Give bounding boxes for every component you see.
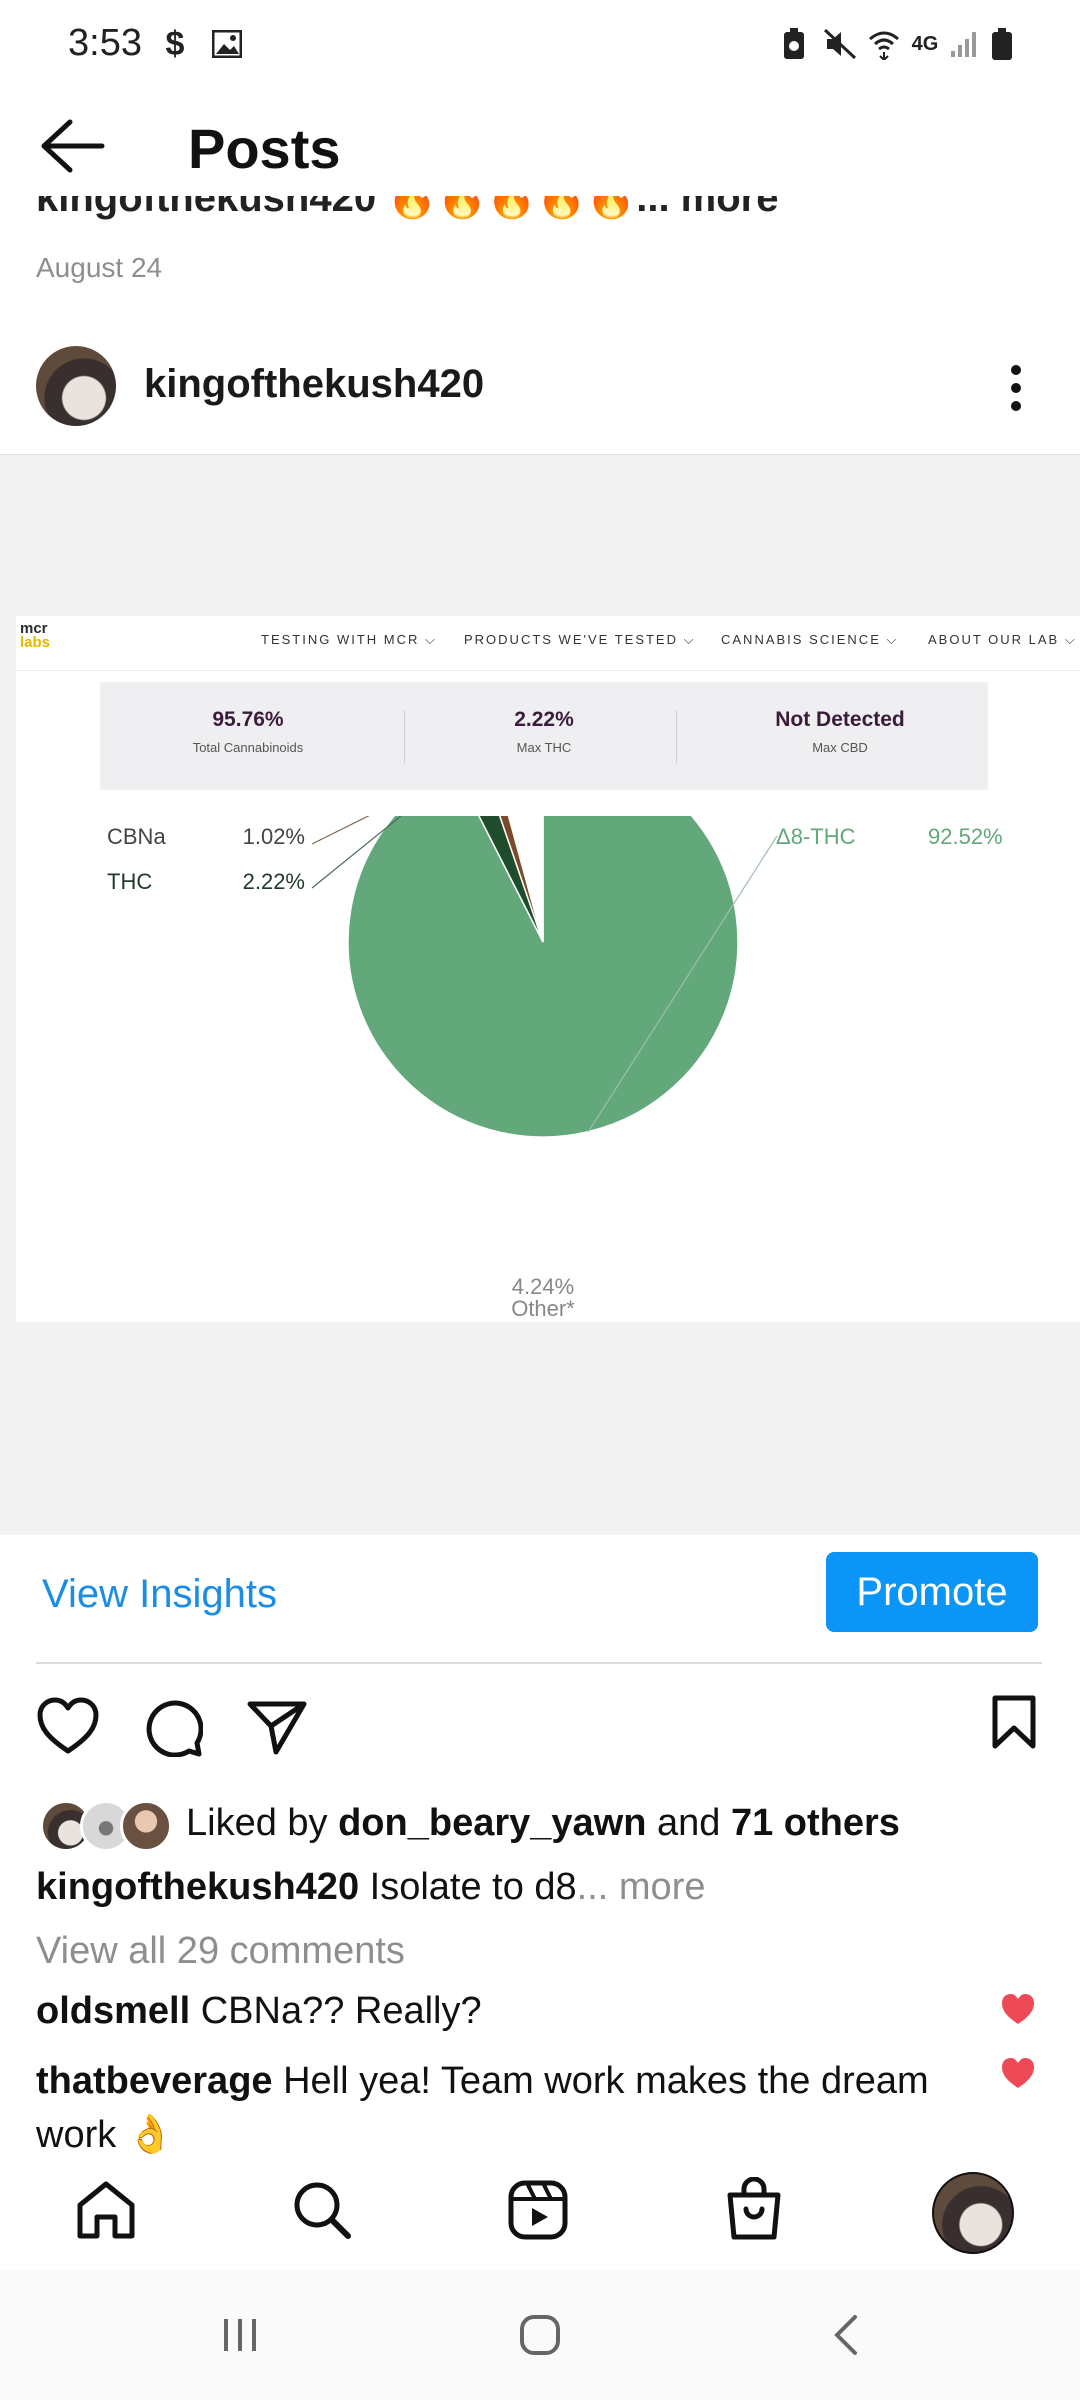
cannabinoid-pie-chart: Δ8-THC 92.52%CBNa 1.02%THC 2.22%4.24%Other* [107,816,1003,1321]
back-arrow-icon[interactable] [40,116,108,176]
stat-divider [676,710,677,764]
reels-icon[interactable] [506,2178,570,2242]
comment-username[interactable]: oldsmell [36,1990,190,2032]
pie-label-value-cbna: 1.02% [243,824,305,849]
lab-nav-science: CANNABIS SCIENCE ⌵ [721,632,899,647]
post-image-screenshot: mcr labs TESTING WITH MCR ⌵ PRODUCTS WE'… [16,616,1080,1322]
promote-button[interactable]: Promote [826,1552,1038,1632]
system-nav-bar [0,2270,1080,2400]
stat-total-cannabinoids: 95.76% Total Cannabinoids [100,708,396,755]
status-bar: 3:53 $ 4G [0,0,1080,90]
search-icon[interactable] [290,2178,354,2242]
comment-username[interactable]: thatbeverage [36,2060,273,2102]
pie-label-value-d8thc: 92.52% [928,824,1003,849]
mcr-labs-logo: mcr labs [20,621,54,654]
previous-post-date: August 24 [36,252,163,283]
home-icon[interactable] [74,2178,138,2242]
status-time: 3:53 [68,22,142,64]
post-caption[interactable]: kingofthekush420 Isolate to d8... more [36,1866,705,1909]
lab-stats-box: 95.76% Total Cannabinoids 2.22% Max THC … [100,682,988,790]
image-icon [210,26,244,62]
stat-value: 2.22% [514,708,574,731]
comment-like-heart-icon[interactable] [1000,1992,1036,2026]
battery-saver-icon [780,26,808,62]
likes-summary[interactable]: Liked by don_beary_yawn and 71 others [186,1802,900,1845]
pie-label-value-thc: 2.22% [243,869,305,894]
save-bookmark-icon[interactable] [990,1694,1038,1750]
lab-nav-testing: TESTING WITH MCR ⌵ [261,632,437,647]
view-insights-link[interactable]: View Insights [42,1572,277,1617]
previous-post-caption[interactable]: kingofthekush420 🔥🔥🔥🔥🔥... more [36,196,796,232]
pie-label-name-other: Other* [511,1296,575,1321]
caption-text: Isolate to d8 [359,1866,577,1908]
stat-label: Max CBD [812,740,868,755]
share-icon[interactable] [246,1698,308,1756]
comment-row: oldsmell CBNa?? Really? [36,1990,482,2033]
comment-row: thatbeverage Hell yea! Team work makes t… [36,2054,976,2162]
likes-middle: and [646,1802,731,1844]
stat-max-cbd: Not Detected Max CBD [692,708,988,755]
likes-prefix: Liked by [186,1802,339,1844]
wifi-icon [866,26,902,62]
shop-icon[interactable] [722,2176,786,2242]
stat-label: Max THC [516,740,572,755]
likes-count[interactable]: 71 others [731,1802,900,1844]
dollar-sign-icon: $ [165,24,185,63]
previous-post-caption-text: kingofthekush420 🔥🔥🔥🔥🔥... more [36,196,779,220]
mute-icon [822,26,858,62]
lab-nav-about: ABOUT OUR LAB ⌵ [928,632,1077,647]
stat-value: 95.76% [212,708,284,731]
caption-more-link[interactable]: ... more [577,1866,706,1908]
divider [36,1662,1042,1664]
more-options-icon[interactable] [996,362,1036,414]
stat-value: Not Detected [775,708,905,731]
profile-avatar[interactable] [932,2172,1014,2254]
page-title: Posts [188,117,341,180]
caption-username[interactable]: kingofthekush420 [36,1866,359,1908]
lab-site-nav: mcr labs TESTING WITH MCR ⌵ PRODUCTS WE'… [16,616,1080,671]
like-heart-icon[interactable] [36,1696,100,1756]
pie-label-name-cbna: CBNa [107,824,166,849]
comment-like-heart-icon[interactable] [1000,2056,1036,2090]
pie-label-name-d8thc: Δ8-THC [776,824,856,849]
avatar[interactable] [36,346,116,426]
app-header [0,90,1080,200]
pie-label-name-thc: THC [107,869,152,894]
recent-apps-icon[interactable] [216,2312,264,2358]
comment-text: CBNa?? Really? [190,1990,482,2032]
likes-user[interactable]: don_beary_yawn [338,1802,646,1844]
signal-icon [948,26,980,62]
logo-line2: labs [20,634,51,651]
system-back-icon[interactable] [822,2312,870,2358]
stat-max-thc: 2.22% Max THC [396,708,692,755]
network-4g-icon: 4G [911,32,939,55]
view-all-comments-link[interactable]: View all 29 comments [36,1930,405,1973]
comment-icon[interactable] [142,1696,204,1758]
lab-nav-products: PRODUCTS WE'VE TESTED ⌵ [464,632,696,647]
stat-label: Total Cannabinoids [192,740,304,755]
liker-avatar [120,1800,172,1852]
bottom-nav [0,2154,1080,2264]
home-button-icon[interactable] [516,2312,564,2358]
battery-icon [988,26,1016,62]
post-username[interactable]: kingofthekush420 [144,362,484,407]
